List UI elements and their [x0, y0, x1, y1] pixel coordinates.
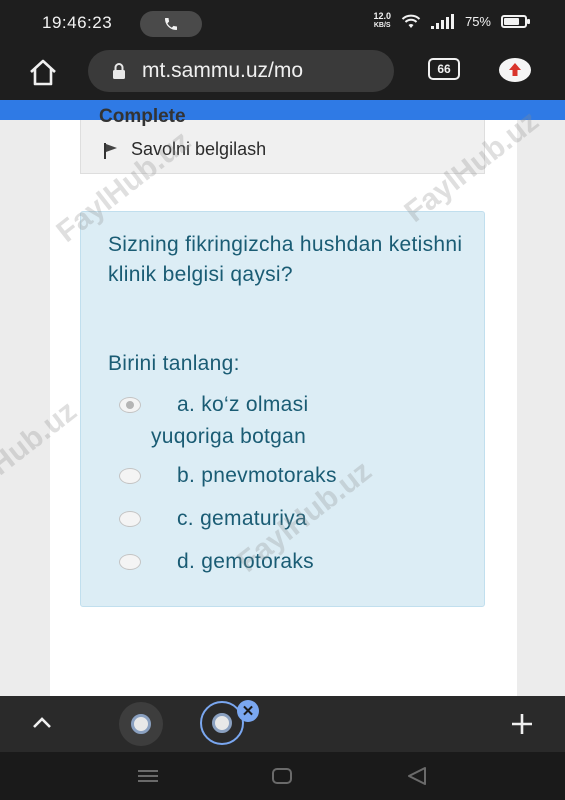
recent-apps-icon[interactable] [134, 764, 162, 788]
battery-level [504, 17, 519, 25]
answer-text: a. ko‘z olmasi [177, 393, 309, 416]
flag-question-link[interactable]: Savolni belgilash [103, 138, 266, 160]
battery-icon [501, 14, 530, 28]
site-favicon-icon [131, 714, 151, 734]
back-icon[interactable] [403, 764, 431, 788]
bottom-tab-strip [0, 696, 565, 752]
battery-percent: 75% [464, 13, 491, 29]
tab-switcher-button[interactable]: 66 [428, 58, 460, 80]
network-speed: 12.0 KB/S [373, 11, 391, 30]
question-text: Sizning fikringizcha hushdan ketishni kl… [108, 233, 463, 286]
status-time: 19:46:23 [42, 13, 113, 32]
flag-icon [104, 143, 117, 159]
answer-text: d. gemotoraks [177, 550, 314, 573]
site-favicon-icon [212, 713, 232, 733]
answer-radio-c[interactable] [119, 511, 141, 527]
lock-icon [113, 63, 125, 79]
answer-text: b. pnevmotoraks [177, 464, 337, 487]
answer-radio-a[interactable] [119, 397, 141, 413]
answer-text-continued: yuqoriga botgan [151, 425, 307, 448]
page-header-strip [0, 100, 565, 120]
flag-label: Savolni belgilash [131, 138, 267, 159]
url-text: mt.sammu.uz/mo [142, 59, 304, 82]
status-heading: Complete [99, 106, 186, 127]
answer-radio-b[interactable] [119, 468, 141, 484]
answer-text: c. gematuriya [177, 507, 307, 530]
system-nav-bar [0, 752, 565, 800]
home-nav-icon[interactable] [268, 764, 296, 788]
phone-icon [165, 18, 177, 30]
close-tab-icon[interactable]: ✕ [237, 700, 259, 722]
question-info-box: Complete Savolni belgilash [80, 106, 485, 174]
browser-toolbar: mt.sammu.uz/mo 66 [0, 48, 565, 100]
question-box: Sizning fikringizcha hushdan ketishni kl… [80, 211, 485, 607]
status-icons: 12.0 KB/S 75% [373, 11, 530, 30]
chevron-up-icon[interactable] [30, 712, 54, 732]
answer-prompt: Birini tanlang: [108, 352, 240, 375]
tab-thumbnail[interactable] [119, 702, 163, 746]
update-icon[interactable] [498, 57, 532, 83]
address-bar[interactable]: mt.sammu.uz/mo [88, 50, 394, 92]
home-icon[interactable] [26, 56, 60, 90]
new-tab-icon[interactable] [508, 710, 536, 738]
ongoing-call-indicator[interactable] [140, 11, 202, 37]
wifi-icon [401, 14, 421, 28]
tab-count: 66 [437, 62, 451, 76]
answer-radio-d[interactable] [119, 554, 141, 570]
status-bar: 19:46:23 12.0 KB/S 75% [0, 0, 565, 48]
signal-icon [430, 13, 454, 29]
